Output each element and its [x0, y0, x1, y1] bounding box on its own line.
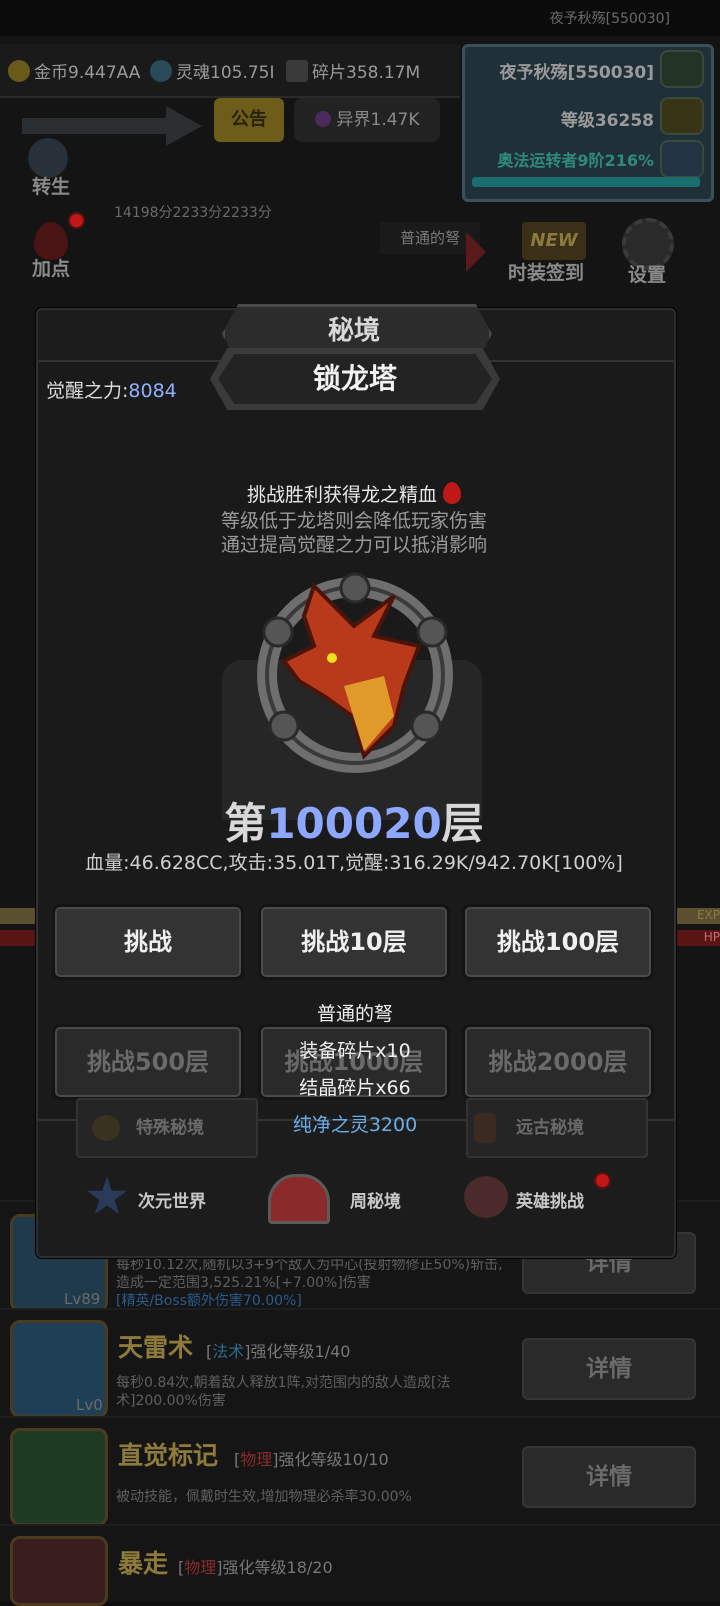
skill-2-description: 每秒0.84次,朝着敌人释放1阵,对范围内的敌人造成[法术]200.00%伤害 — [116, 1375, 451, 1409]
challenge-button[interactable]: 挑战 — [52, 904, 244, 980]
current-bow-label: 普通的弩 — [380, 222, 480, 254]
player-class: 奥法运转者9阶216% — [497, 151, 654, 170]
challenge-100-button[interactable]: 挑战100层 — [462, 904, 654, 980]
fragment-resource: 碎片358.17M — [286, 58, 420, 83]
new-badge: NEW — [522, 222, 586, 260]
challenge-2000-button[interactable]: 挑战2000层 — [462, 1024, 654, 1100]
modal-subtitle: 锁龙塔 — [312, 362, 397, 395]
skill-2-tag: [法术]强化等级1/40 — [206, 1342, 351, 1361]
otherworld-resource[interactable]: 异界1.47K — [294, 98, 440, 142]
top-player-name: 夜予秋殇[550030] — [549, 11, 670, 27]
fragment-icon — [286, 60, 308, 82]
awaken-power: 觉醒之力:8084 — [46, 380, 177, 402]
skill-3-tag: [物理]强化等级10/10 — [234, 1450, 389, 1469]
reward-tooltip: 普通的弩 装备碎片x10 结晶碎片x66 纯净之灵3200 — [250, 996, 460, 1144]
challenge-10-button[interactable]: 挑战10层 — [258, 904, 450, 980]
hero-challenge-notification-dot — [594, 1172, 611, 1189]
info-line-3: 通过提高觉醒之力可以抵消影响 — [220, 534, 487, 556]
dragon-blood-icon — [443, 482, 461, 504]
skill-2-level: Lv0 — [76, 1396, 103, 1414]
hp-bar-left — [0, 930, 36, 946]
notice-button[interactable]: 公告 — [214, 98, 284, 142]
leaf-icon — [660, 50, 704, 88]
skill-1-description: 每秒10.12次,随机以3+9个敌人为中心(投射物修正50%)斩击,造成一定范围… — [116, 1257, 503, 1291]
tip-item-3: 结晶碎片x66 — [299, 1077, 411, 1099]
tip-item-2: 装备碎片x10 — [299, 1040, 411, 1062]
add-points-button[interactable]: 加点 — [32, 254, 70, 281]
eye-skill-icon — [10, 1428, 108, 1526]
dimension-world-button[interactable]: 次元世界 — [138, 1187, 206, 1212]
info-reward-line: 挑战胜利获得龙之精血 — [36, 480, 672, 507]
rage-skill-icon — [10, 1536, 108, 1606]
crown-icon — [660, 97, 704, 135]
rebirth-button[interactable]: 转生 — [32, 172, 70, 199]
hero-challenge-icon — [464, 1176, 508, 1218]
fashion-signin-button[interactable]: 时装签到 — [508, 258, 584, 285]
player-xp-bar — [472, 177, 700, 187]
skill-row-4 — [0, 1524, 720, 1602]
skill-3-name: 直觉标记 — [118, 1441, 219, 1470]
hp-bar-right: HP — [672, 930, 720, 946]
gate-icon — [268, 1174, 330, 1224]
skill-4-tag: [物理]强化等级18/20 — [178, 1558, 333, 1577]
hero-challenge-button[interactable]: 英雄挑战 — [516, 1187, 584, 1212]
special-realm-button[interactable]: 特殊秘境 — [76, 1098, 258, 1158]
soul-icon — [150, 60, 172, 82]
ancient-icon — [474, 1113, 496, 1143]
otherworld-icon — [314, 111, 331, 127]
exp-bar-left — [0, 908, 36, 924]
floor-number: 100020 — [266, 799, 442, 848]
skill-1-level: Lv89 — [64, 1290, 101, 1308]
soul-resource: 灵魂105.75I — [150, 58, 275, 83]
dragon-emblem-icon — [257, 572, 453, 773]
weekly-realm-button[interactable]: 周秘境 — [350, 1187, 401, 1212]
exp-bar-right: EXP — [672, 908, 720, 924]
skill-3-detail-button[interactable]: 详情 — [522, 1446, 696, 1508]
tip-item-1: 普通的弩 — [316, 1003, 393, 1025]
skill-3-description: 被动技能，佩戴时生效,增加物理必杀率30.00% — [116, 1489, 412, 1505]
skill-2-name: 天雷术 — [118, 1333, 194, 1362]
settings-button[interactable]: 设置 — [628, 260, 666, 287]
player-level: 等级36258 — [560, 111, 654, 131]
swirl-icon — [660, 140, 704, 178]
gold-resource: 金币9.447AA — [8, 58, 140, 83]
bag-icon — [92, 1115, 120, 1141]
buff-timers: 14198分2233分2233分 — [114, 205, 272, 221]
add-points-notification-dot — [68, 212, 85, 229]
top-status-bar: 夜予秋殇[550030] — [0, 0, 720, 36]
skill-2-detail-button[interactable]: 详情 — [522, 1338, 696, 1400]
tip-item-4: 纯净之灵3200 — [292, 1114, 418, 1136]
player-panel-name: 夜予秋殇[550030] — [499, 63, 654, 83]
ancient-realm-button[interactable]: 远古秘境 — [466, 1098, 648, 1158]
challenge-500-button[interactable]: 挑战500层 — [52, 1024, 244, 1100]
gold-coin-icon — [8, 60, 30, 82]
info-line-2: 等级低于龙塔则会降低玩家伤害 — [220, 510, 487, 532]
tower-stats: 血量:46.628CC,攻击:35.01T,觉醒:316.29K/942.70K… — [85, 852, 623, 874]
floor-label: 第100020层 — [224, 799, 484, 848]
skill-4-name: 暴走 — [118, 1549, 169, 1578]
